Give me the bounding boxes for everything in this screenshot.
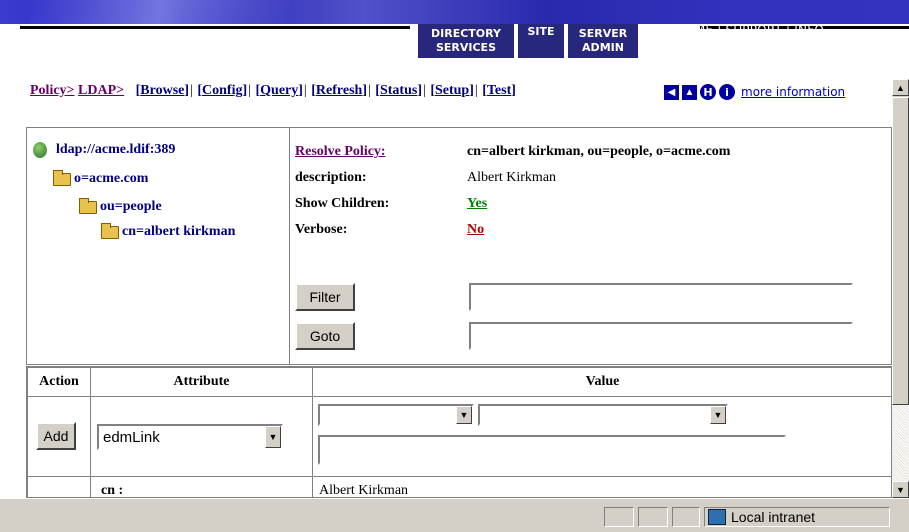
breadcrumb-ldap[interactable]: LDAP> (78, 83, 124, 98)
attribute-header: Attribute (90, 367, 313, 397)
tree-node-acme[interactable]: o=acme.com (53, 169, 148, 187)
show-children-label: Show Children: (295, 196, 390, 211)
query-link[interactable]: Query (260, 83, 298, 98)
show-children-toggle[interactable]: Yes (467, 196, 487, 212)
description-label: description: (295, 170, 367, 185)
tree-root-link[interactable]: ldap://acme.ldif:389 (56, 142, 175, 158)
attribute-table: Action Attribute Value Add edmLink ▼ ▼ ▼… (26, 366, 892, 498)
up-arrow-icon[interactable]: ▲ (682, 84, 697, 100)
tree-node-people[interactable]: ou=people (79, 197, 162, 215)
table-row-empty-action (27, 476, 91, 497)
description-value: Albert Kirkman (467, 170, 557, 185)
attribute-select-cell: edmLink ▼ (90, 396, 313, 477)
breadcrumb: Policy> LDAP> [Browse]| [Config]| [Query… (30, 83, 516, 98)
status-pane (672, 507, 700, 527)
tree-node-people-link[interactable]: ou=people (100, 199, 162, 215)
status-link[interactable]: Status (380, 83, 417, 98)
value-input[interactable] (318, 435, 786, 465)
breadcrumb-policy[interactable]: Policy> (30, 83, 75, 98)
scroll-down-button[interactable]: ▼ (892, 481, 909, 498)
back-arrow-icon[interactable]: ◀ (664, 84, 679, 100)
status-pane (638, 507, 668, 527)
scroll-track[interactable] (892, 405, 909, 481)
tree-node-acme-link[interactable]: o=acme.com (74, 171, 148, 187)
tab-server-admin-line1: SERVER (578, 27, 628, 40)
intranet-icon (708, 509, 726, 525)
tab-server-admin[interactable]: SERVER ADMIN (568, 24, 638, 58)
table-row: cn : (90, 476, 313, 498)
info-icon[interactable]: i (719, 84, 735, 100)
chevron-down-icon[interactable]: ▼ (456, 406, 472, 424)
more-information-link[interactable]: more information (741, 85, 845, 99)
zone-label: Local intranet (731, 509, 816, 525)
top-links: HOME | SUPPORT | INFO (676, 23, 824, 37)
status-bar: Local intranet (0, 498, 909, 532)
row-attribute-value: Albert Kirkman (319, 483, 409, 498)
chevron-down-icon[interactable]: ▼ (265, 426, 281, 448)
top-banner: DIRECTORY SERVICES SITE SERVER ADMIN HOME … (0, 0, 909, 62)
add-button[interactable]: Add (36, 422, 76, 450)
tab-site-label: SITE (527, 25, 555, 38)
tree-node-albert[interactable]: cn=albert kirkman (101, 222, 235, 240)
tab-directory-services[interactable]: DIRECTORY SERVICES (418, 24, 514, 58)
value-header: Value (312, 367, 891, 397)
row-attribute-name: cn : (101, 483, 124, 498)
banner-highlight (30, 0, 290, 24)
help-icon[interactable]: H (700, 84, 716, 100)
attribute-select[interactable]: edmLink ▼ (97, 424, 283, 450)
scroll-up-button[interactable]: ▲ (892, 79, 909, 96)
tab-site[interactable]: SITE (518, 24, 564, 58)
tree-node-albert-link[interactable]: cn=albert kirkman (122, 224, 235, 240)
vertical-scrollbar[interactable]: ▲ ▼ (892, 79, 909, 498)
resolve-policy-link[interactable]: Resolve Policy: (295, 144, 386, 160)
add-cell: Add (27, 396, 91, 477)
folder-icon (101, 222, 119, 239)
action-header: Action (27, 367, 91, 397)
nav-icons: ◀ ▲ H i more information (664, 83, 845, 101)
banner-rule-left (20, 26, 410, 29)
chevron-down-icon[interactable]: ▼ (710, 406, 726, 424)
verbose-toggle[interactable]: No (467, 222, 484, 238)
policy-details: Resolve Policy: cn=albert kirkman, ou=pe… (295, 128, 891, 364)
resolve-policy-value: cn=albert kirkman, ou=people, o=acme.com (467, 144, 731, 159)
tab-directory-services-line1: DIRECTORY (431, 27, 501, 40)
value-option-select[interactable]: ▼ (478, 404, 728, 426)
security-zone: Local intranet (704, 507, 890, 527)
browse-link[interactable]: Browse (140, 83, 184, 98)
info-link[interactable]: INFO (794, 23, 824, 37)
scroll-thumb[interactable] (892, 97, 909, 405)
value-type-select[interactable]: ▼ (318, 404, 474, 426)
status-pane (604, 507, 634, 527)
refresh-link[interactable]: Refresh (316, 83, 362, 98)
value-input-cell: ▼ ▼ (312, 396, 891, 477)
tree-root[interactable]: ldap://acme.ldif:389 (33, 142, 175, 158)
test-link[interactable]: Test (487, 83, 511, 98)
filter-button[interactable]: Filter (295, 283, 355, 311)
folder-icon (79, 197, 97, 214)
home-link[interactable]: HOME (676, 23, 713, 37)
verbose-label: Verbose: (295, 222, 348, 237)
filter-input[interactable] (469, 283, 853, 311)
ldap-tree: ldap://acme.ldif:389 o=acme.com ou=peopl… (27, 128, 290, 364)
goto-button[interactable]: Goto (295, 322, 355, 350)
folder-icon (53, 169, 71, 186)
tab-server-admin-line2: ADMIN (582, 41, 624, 54)
setup-link[interactable]: Setup (435, 83, 469, 98)
globe-icon (33, 142, 47, 158)
policy-panel: ldap://acme.ldif:389 o=acme.com ou=peopl… (26, 127, 892, 365)
config-link[interactable]: Config (202, 83, 242, 98)
attribute-select-value: edmLink (103, 428, 160, 446)
goto-input[interactable] (469, 322, 853, 350)
tab-directory-services-line2: SERVICES (435, 41, 496, 54)
table-row-value: Albert Kirkman (312, 476, 891, 498)
support-link[interactable]: SUPPORT (726, 23, 783, 37)
